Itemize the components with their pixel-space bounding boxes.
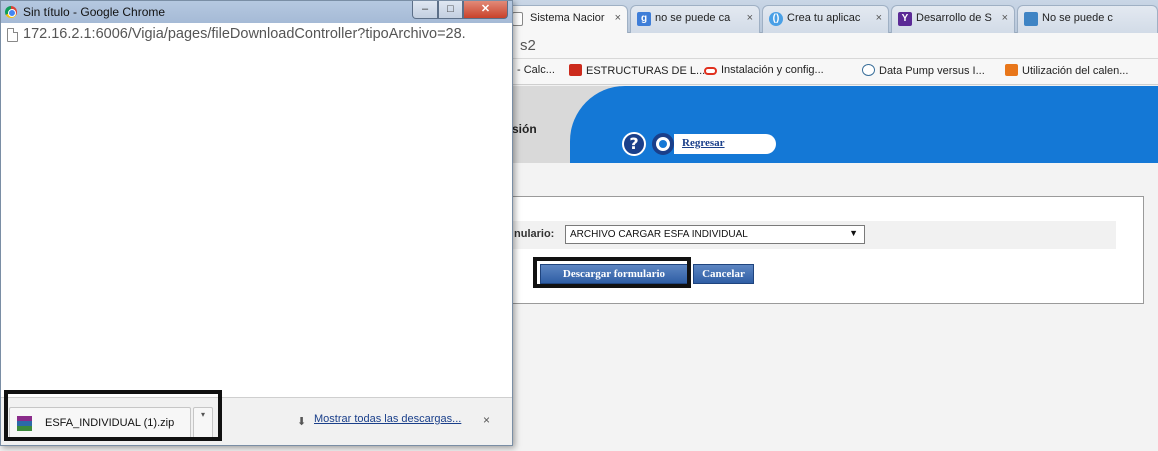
url-text: s2 xyxy=(520,37,536,54)
popup-browser-window: Sin título - Google Chrome – □ ✕ 172.16.… xyxy=(0,0,513,446)
bookmark-estructuras[interactable]: ESTRUCTURAS DE L... xyxy=(569,64,705,77)
formulario-label: nulario: xyxy=(514,228,555,240)
show-all-downloads-link[interactable]: Mostrar todas las descargas... xyxy=(314,413,461,425)
page-icon xyxy=(7,28,18,42)
tab-label: Crea tu aplicac xyxy=(787,12,861,24)
oracle-icon xyxy=(704,67,717,75)
orange-app-icon xyxy=(1005,64,1018,76)
form-row: nulario: ARCHIVO CARGAR ESFA INDIVIDUAL … xyxy=(511,221,1116,249)
wordpress-icon xyxy=(862,64,875,76)
window-title: Sin título - Google Chrome xyxy=(23,5,166,19)
tab-label: Sistema Nacior xyxy=(530,12,605,24)
popup-page-body xyxy=(1,47,512,397)
bookmark-utilizacion[interactable]: Utilización del calen... xyxy=(1005,64,1128,77)
chrome-icon xyxy=(5,6,17,18)
circle-app-icon: () xyxy=(769,12,783,26)
download-arrow-icon: ⬇ xyxy=(297,416,307,428)
tab-label: Desarrollo de S xyxy=(916,12,992,24)
tab-no-se-puede[interactable]: g no se puede ca × xyxy=(630,5,760,33)
bookmark-label: Utilización del calen... xyxy=(1022,65,1129,77)
dropdown-arrow-icon: ▼ xyxy=(849,228,858,238)
select-value: ARCHIVO CARGAR ESFA INDIVIDUAL xyxy=(570,229,748,240)
bookmark-label: Instalación y config... xyxy=(721,64,824,76)
tab-label: no se puede ca xyxy=(655,12,731,24)
bookmark-instalacion[interactable]: Instalación y config... xyxy=(704,64,824,76)
regresar-link[interactable]: Regresar xyxy=(674,134,776,154)
back-icon[interactable] xyxy=(652,133,674,155)
tab-no-se-puede-c[interactable]: No se puede c xyxy=(1017,5,1158,33)
tab-close-icon[interactable]: × xyxy=(747,12,753,24)
tab-sistema-nacional[interactable]: Sistema Nacior × xyxy=(505,5,628,34)
bookmark-label: - Calc... xyxy=(517,64,555,76)
highlight-box xyxy=(533,257,691,288)
tab-close-icon[interactable]: × xyxy=(1002,12,1008,24)
stackoverflow-icon xyxy=(1024,12,1038,26)
bookmark-label: Data Pump versus I... xyxy=(879,65,985,77)
tab-crea-tu-aplicacion[interactable]: () Crea tu aplicac × xyxy=(762,5,889,33)
session-label: sión xyxy=(512,122,537,136)
cancelar-button[interactable]: Cancelar xyxy=(693,264,754,284)
highlight-box xyxy=(4,390,222,441)
google-plus-icon: g xyxy=(637,12,651,26)
popup-title-bar[interactable]: Sin título - Google Chrome – □ ✕ xyxy=(1,1,512,23)
tab-close-icon[interactable]: × xyxy=(615,12,621,24)
close-window-button[interactable]: ✕ xyxy=(463,1,508,19)
minimize-button[interactable]: – xyxy=(412,1,438,19)
help-icon[interactable]: ? xyxy=(622,132,646,156)
popup-address-bar[interactable]: 172.16.2.1:6006/Vigia/pages/fileDownload… xyxy=(1,23,512,47)
url-text: 172.16.2.1:6006/Vigia/pages/fileDownload… xyxy=(23,26,466,42)
page-icon xyxy=(512,12,523,26)
youtube-icon xyxy=(569,64,582,76)
yahoo-icon: Y xyxy=(898,12,912,26)
formulario-select[interactable]: ARCHIVO CARGAR ESFA INDIVIDUAL ▼ xyxy=(565,225,865,244)
close-download-shelf-icon[interactable]: × xyxy=(483,413,490,427)
tab-close-icon[interactable]: × xyxy=(876,12,882,24)
tab-desarrollo[interactable]: Y Desarrollo de S × xyxy=(891,5,1015,33)
maximize-button[interactable]: □ xyxy=(438,1,463,19)
tab-label: No se puede c xyxy=(1042,12,1113,24)
bookmark-calc[interactable]: - Calc... xyxy=(517,64,555,76)
bookmark-label: ESTRUCTURAS DE L... xyxy=(586,65,706,77)
bookmark-data-pump[interactable]: Data Pump versus I... xyxy=(862,64,985,77)
